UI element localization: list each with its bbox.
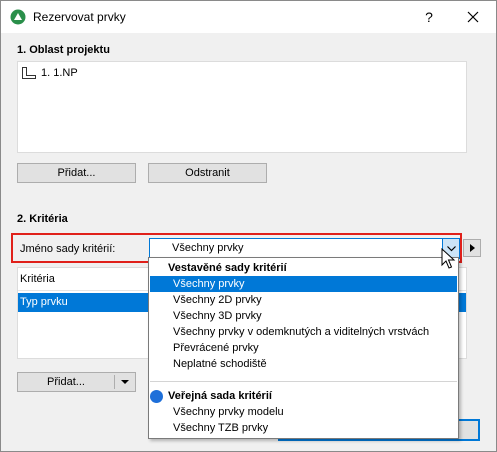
dropdown-divider [150,381,457,382]
split-divider [114,375,115,389]
project-area-list[interactable]: 1. 1.NP [17,61,467,153]
dropdown-item-all-2d[interactable]: Všechny 2D prvky [150,292,457,308]
add-area-button[interactable]: Přidat... [17,163,136,183]
criteria-set-select[interactable]: Všechny prvky [149,238,460,259]
triangle-right-icon [470,244,475,252]
story-icon [22,67,36,79]
expand-arrow-button[interactable] [463,239,481,257]
list-item[interactable]: 1. 1.NP [21,66,78,80]
dropdown-item-mirrored[interactable]: Převrácené prvky [150,340,457,356]
add-criteria-label: Přidat... [47,376,85,388]
criteria-dropdown-list[interactable]: Vestavěné sady kritérií Všechny prvky Vš… [148,257,459,439]
criteria-set-label: Jméno sady kritérií: [20,243,116,255]
criteria-heading: 2. Kritéria [17,213,68,225]
criteria-set-value: Všechny prvky [172,242,244,254]
add-criteria-button[interactable]: Přidat... [17,372,136,392]
dropdown-item-all-elements[interactable]: Všechny prvky [150,276,457,292]
archicad-app-icon [10,9,26,25]
public-sets-header: Veřejná sada kritérií [168,390,272,402]
title-bar: Rezervovat prvky ? [1,1,496,33]
dropdown-arrow-icon[interactable] [120,379,130,385]
help-button[interactable]: ? [419,7,439,27]
dropdown-item-all-model[interactable]: Všechny prvky modelu [150,404,457,420]
mouse-pointer-icon [441,248,456,269]
builtin-sets-header: Vestavěné sady kritérií [168,262,287,274]
project-area-heading: 1. Oblast projektu [17,44,110,56]
dropdown-item-all-3d[interactable]: Všechny 3D prvky [150,308,457,324]
dropdown-item-invalid-stairs[interactable]: Neplatné schodiště [150,356,457,372]
remove-area-button[interactable]: Odstranit [148,163,267,183]
close-icon[interactable] [461,7,485,27]
dropdown-item-unlocked-visible[interactable]: Všechny prvky v odemknutých a viditelnýc… [150,324,457,340]
public-set-icon [150,390,163,403]
list-item-label: 1. 1.NP [41,66,78,79]
dropdown-item-all-mep[interactable]: Všechny TZB prvky [150,420,457,436]
window-title: Rezervovat prvky [33,10,126,24]
reserve-elements-dialog: Rezervovat prvky ? 1. Oblast projektu 1.… [0,0,497,452]
